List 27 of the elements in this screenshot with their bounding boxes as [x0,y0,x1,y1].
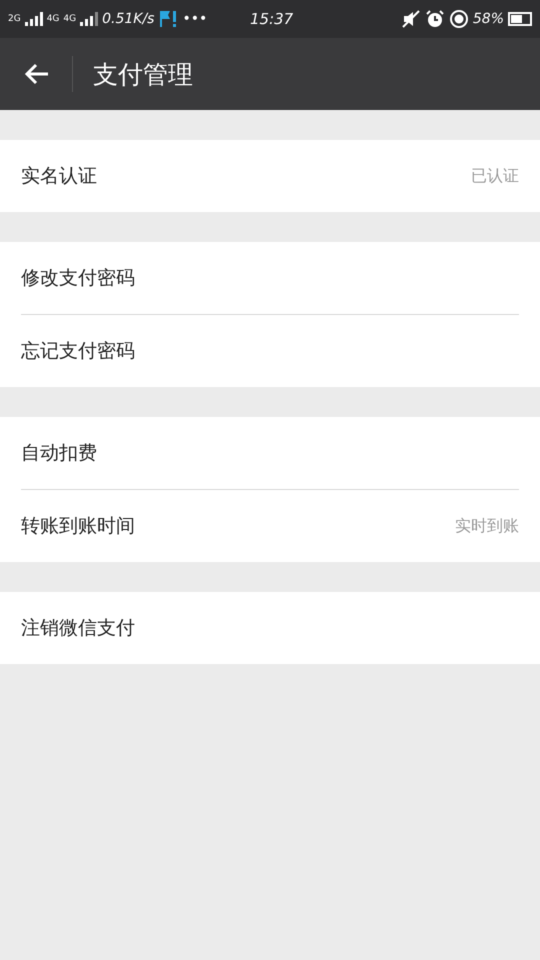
settings-item[interactable]: 自动扣费 [21,417,519,489]
settings-item[interactable]: 忘记支付密码 [21,315,519,387]
page-title: 支付管理 [93,58,193,90]
item-label: 修改支付密码 [21,266,135,291]
item-label: 忘记支付密码 [21,339,135,364]
battery-icon [508,12,532,26]
item-label: 实名认证 [21,164,97,189]
signal-icon [24,12,43,26]
mute-icon [400,9,421,29]
item-label: 注销微信支付 [21,616,135,641]
item-label: 自动扣费 [21,441,97,466]
alarm-icon [424,9,445,29]
settings-item[interactable]: 修改支付密码 [21,242,519,314]
clock: 15:37 [250,10,294,28]
back-arrow-icon[interactable] [24,62,50,86]
battery-percent: 58% [472,11,504,27]
settings-item[interactable]: 转账到账时间 实时到账 [21,490,519,562]
item-value: 实时到账 [455,516,519,536]
network-label: 4G [46,14,60,24]
signal-icon [80,12,98,26]
network-label: 4G [63,14,76,24]
flag-icon [158,10,178,28]
item-label: 转账到账时间 [21,514,135,539]
more-notifications: ••• [182,11,208,27]
item-value: 已认证 [471,166,519,186]
network-label: 2G [8,14,21,24]
network-speed: 0.51K/s [102,11,154,27]
